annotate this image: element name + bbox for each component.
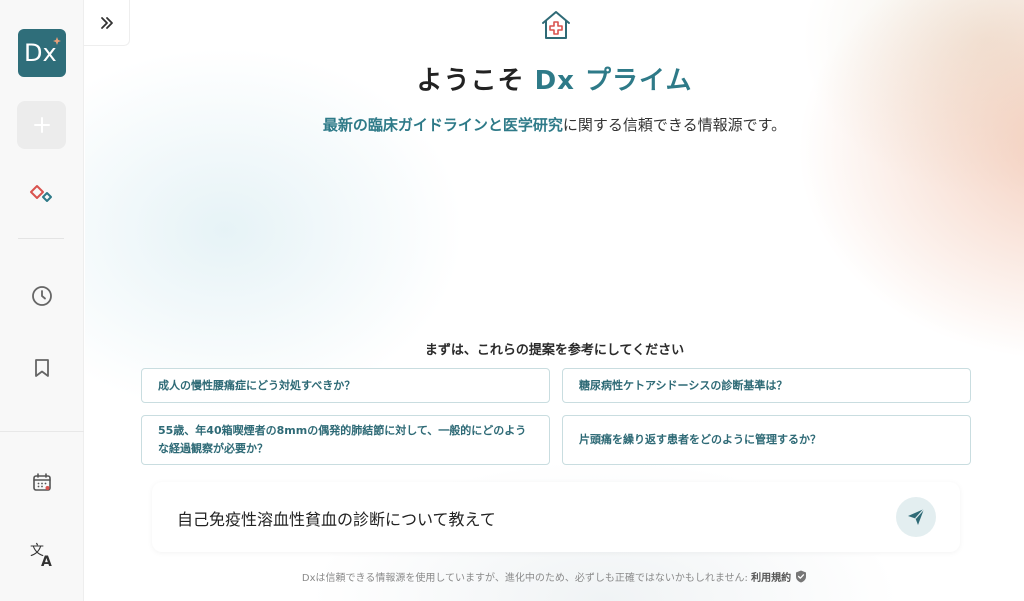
clock-icon	[32, 286, 52, 306]
translate-icon: 文 A	[30, 543, 52, 569]
calendar-button[interactable]	[26, 466, 58, 498]
logo-text: Dx	[24, 39, 57, 67]
title-prefix: ようこそ	[416, 66, 535, 96]
language-button[interactable]: 文 A	[26, 539, 58, 571]
subtitle-rest: に関する信頼できる情報源です。	[562, 116, 787, 134]
shield-check-icon	[796, 570, 807, 583]
sparkle-diamond-icon[interactable]	[26, 178, 58, 210]
title-brand: Dx プライム	[534, 66, 693, 96]
main-content: ようこそ Dx プライム 最新の臨床ガイドラインと医学研究に関する信頼できる情報…	[85, 0, 1024, 601]
bookmarks-button[interactable]	[26, 352, 58, 384]
send-icon	[908, 508, 925, 525]
app-logo[interactable]: Dx	[18, 29, 66, 77]
page-title: ようこそ Dx プライム	[85, 60, 1024, 97]
sidebar: Dx 文 A	[0, 0, 84, 601]
terms-link[interactable]: 利用規約	[751, 573, 791, 584]
calendar-icon	[33, 473, 51, 491]
suggestion-card[interactable]: 片頭痛を繰り返す患者をどのように管理するか？	[562, 415, 971, 465]
sidebar-divider	[18, 238, 64, 239]
expand-sidebar-button[interactable]	[84, 0, 130, 46]
medical-house-icon	[542, 11, 570, 39]
new-chat-button[interactable]	[17, 101, 66, 149]
suggestion-card[interactable]: 55歳、年40箱喫煙者の8mmの偶発的肺結節に対して、一般的にどのような経過観察…	[141, 415, 550, 465]
footer-disclaimer: Dxは信頼できる情報源を使用していますが、進化中のため、必ずしも正確ではないかも…	[85, 569, 1024, 584]
send-button[interactable]	[896, 497, 936, 537]
plus-icon	[33, 117, 50, 133]
suggestions-heading: まずは、これらの提案を参考にしてください	[424, 343, 685, 358]
double-chevron-right-icon	[100, 16, 113, 29]
suggestion-card[interactable]: 成人の慢性腰痛症にどう対処すべきか？	[141, 368, 550, 403]
subtitle-highlight: 最新の臨床ガイドラインと医学研究	[322, 116, 563, 134]
history-button[interactable]	[26, 280, 58, 312]
chat-input-box	[152, 482, 960, 552]
bookmark-icon	[35, 359, 49, 377]
chat-input[interactable]	[177, 506, 877, 530]
sidebar-divider-bottom	[0, 431, 84, 432]
svg-text:A: A	[41, 554, 52, 569]
page-subtitle: 最新の臨床ガイドラインと医学研究に関する信頼できる情報源です。	[85, 114, 1024, 135]
suggestion-card[interactable]: 糖尿病性ケトアシドーシスの診断基準は？	[562, 368, 971, 403]
disclaimer-text: Dxは信頼できる情報源を使用していますが、進化中のため、必ずしも正確ではないかも…	[301, 573, 752, 584]
